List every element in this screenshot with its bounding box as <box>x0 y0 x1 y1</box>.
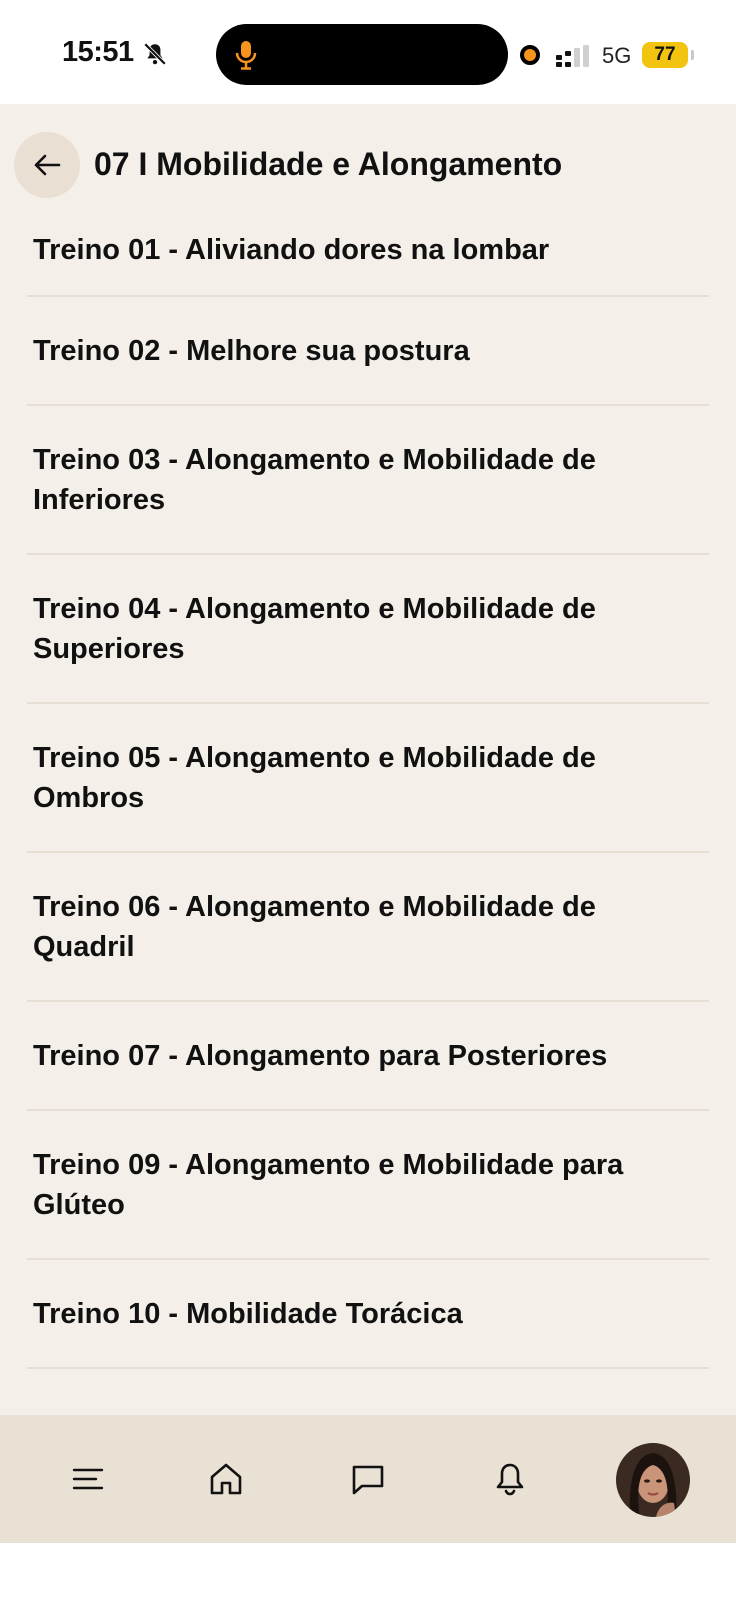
workout-item-02[interactable]: Treino 02 - Melhore sua postura <box>27 297 709 406</box>
workout-item-label: Treino 10 - Mobilidade Torácica <box>33 1297 463 1330</box>
chat-button[interactable] <box>342 1453 394 1505</box>
workout-item-label: Treino 07 - Alongamento para Posteriores <box>33 1039 608 1072</box>
page-title: 07 I Mobilidade e Alongamento <box>94 146 563 182</box>
notifications-button[interactable] <box>484 1453 536 1505</box>
main-screen: 07 I Mobilidade e Alongamento Treino 01 … <box>0 104 736 1415</box>
workout-item-04[interactable]: Treino 04 - Alongamento e Mobilidade de … <box>27 555 709 704</box>
workout-item-05[interactable]: Treino 05 - Alongamento e Mobilidade de … <box>27 704 709 853</box>
workout-item-label: Treino 05 - Alongamento e Mobilidade de … <box>33 741 596 814</box>
workout-item-label: Treino 02 - Melhore sua postura <box>33 334 470 367</box>
profile-avatar[interactable] <box>616 1443 690 1517</box>
workout-item-03[interactable]: Treino 03 - Alongamento e Mobilidade de … <box>27 406 709 555</box>
workout-item-label: Treino 03 - Alongamento e Mobilidade de … <box>33 443 596 516</box>
home-button[interactable] <box>200 1453 252 1505</box>
workout-item-label: Treino 01 - Aliviando dores na lombar <box>33 233 550 266</box>
chat-icon <box>352 1465 384 1495</box>
network-label: 5G <box>602 43 632 68</box>
battery-icon: 77 <box>642 42 694 68</box>
signal-icon <box>556 45 589 67</box>
workout-list: Treino 01 - Aliviando dores na lombar Tr… <box>27 204 709 1369</box>
workout-item-label: Treino 09 - Alongamento e Mobilidade par… <box>33 1148 624 1221</box>
home-icon <box>210 1463 242 1495</box>
workout-item-label: Treino 06 - Alongamento e Mobilidade de … <box>33 890 596 963</box>
workout-item-09[interactable]: Treino 09 - Alongamento e Mobilidade par… <box>27 1111 709 1260</box>
workout-item-label: Treino 04 - Alongamento e Mobilidade de … <box>33 592 596 665</box>
avatar-photo <box>616 1443 690 1517</box>
back-button[interactable] <box>14 132 80 198</box>
status-bar: 15:51 5G 77 <box>0 0 736 104</box>
arrow-left-icon <box>34 154 61 176</box>
workout-item-01[interactable]: Treino 01 - Aliviando dores na lombar <box>27 204 709 297</box>
bell-off-icon <box>143 42 167 66</box>
workout-item-07[interactable]: Treino 07 - Alongamento para Posteriores <box>27 1002 709 1111</box>
status-time: 15:51 <box>62 36 134 68</box>
menu-button[interactable] <box>62 1453 114 1505</box>
bottom-nav <box>0 1415 736 1543</box>
home-indicator-area <box>0 1543 736 1600</box>
microphone-icon <box>235 41 257 70</box>
dynamic-island <box>216 24 508 85</box>
bell-icon <box>496 1463 524 1496</box>
menu-icon <box>72 1468 104 1490</box>
workout-item-10[interactable]: Treino 10 - Mobilidade Torácica <box>27 1260 709 1369</box>
recording-dot-icon <box>520 45 540 65</box>
workout-item-06[interactable]: Treino 06 - Alongamento e Mobilidade de … <box>27 853 709 1002</box>
